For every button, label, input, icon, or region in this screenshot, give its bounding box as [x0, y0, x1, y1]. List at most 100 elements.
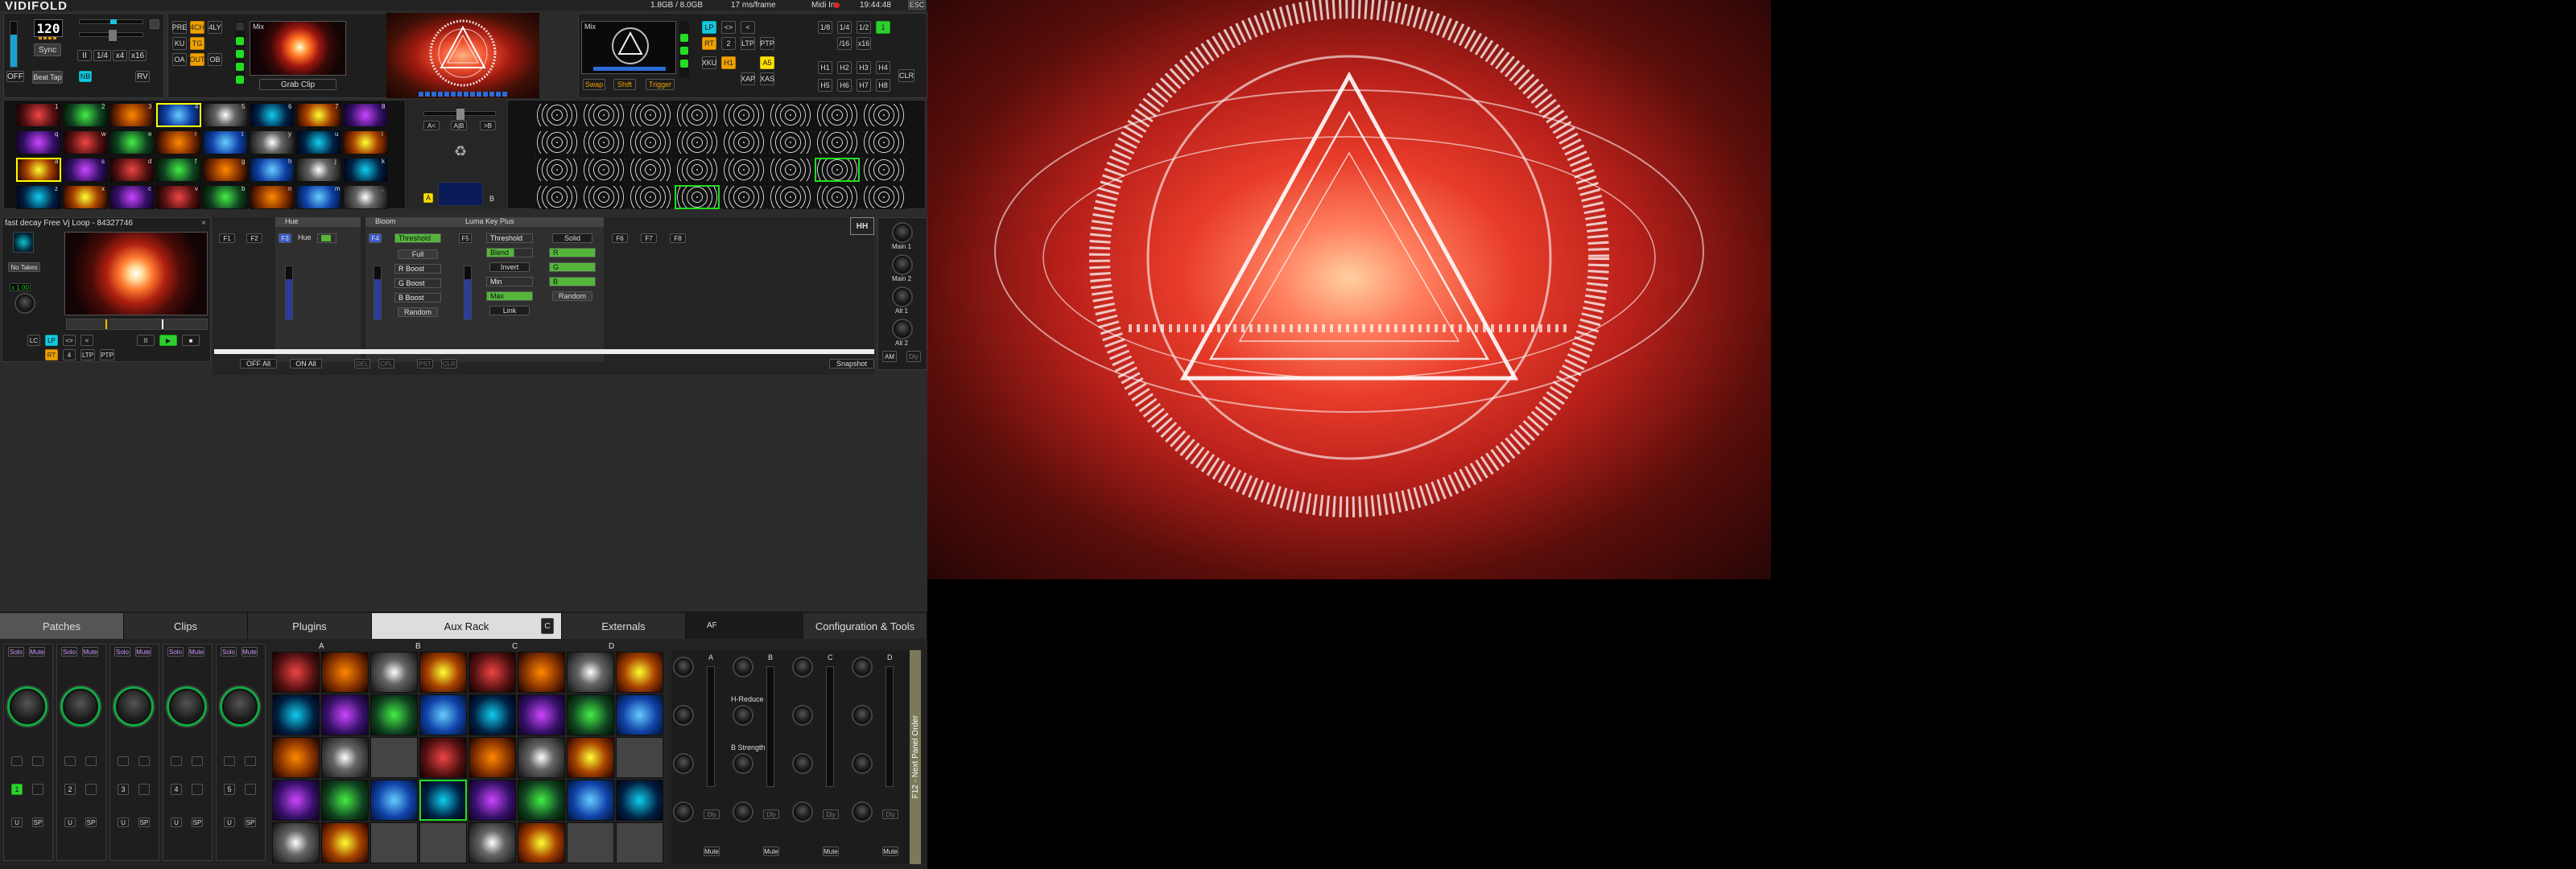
aux-knob[interactable] [794, 706, 811, 724]
bloom-rboost-bar[interactable]: R Boost [394, 264, 441, 274]
right-rt-button[interactable]: RT [702, 37, 716, 50]
patch-cell[interactable] [321, 737, 369, 778]
patch-number-button[interactable]: 2 [64, 784, 76, 795]
sync-button[interactable]: Sync [34, 43, 61, 56]
clip-cell[interactable] [675, 185, 720, 209]
deck-a-button[interactable]: A [423, 193, 433, 203]
patch-cell[interactable] [518, 737, 565, 778]
esc-button[interactable]: ESC [908, 0, 926, 10]
clip-cell[interactable] [535, 158, 580, 182]
patch-cell[interactable] [469, 780, 516, 821]
aux-fader[interactable] [707, 666, 715, 787]
clip-lc-button[interactable]: LC [27, 335, 40, 346]
patch-number-button[interactable]: 5 [224, 784, 235, 795]
bloom-bboost-bar[interactable]: B Boost [394, 293, 441, 303]
right-xas-button[interactable]: XAS [760, 72, 774, 85]
aux-mute-button[interactable]: Mute [704, 846, 720, 856]
luma-blend-bar[interactable]: Blend [486, 248, 533, 257]
fx-cpl-button[interactable]: CPL [378, 359, 394, 369]
patch-plus-button[interactable] [245, 756, 256, 766]
alt1-knob[interactable] [894, 288, 911, 306]
patch-cell[interactable] [469, 694, 516, 735]
patch-cell[interactable] [567, 780, 614, 821]
right-2-button[interactable]: 2 [721, 37, 736, 50]
patch-u-button[interactable]: U [224, 818, 235, 827]
aux-knob[interactable] [794, 755, 811, 772]
hue-opacity-slider[interactable] [285, 266, 293, 320]
patch-cell[interactable] [616, 822, 663, 863]
patch-cell[interactable] [370, 652, 418, 693]
patch-cell[interactable] [567, 652, 614, 693]
clip-cell[interactable] [628, 185, 673, 209]
luma-solid-button[interactable]: Solid [552, 233, 592, 243]
masters-dly-button[interactable]: Dly [906, 351, 921, 362]
patch-cell[interactable] [370, 737, 418, 778]
shift-button[interactable]: Shift [613, 79, 636, 90]
mode-ob-button[interactable]: OB [208, 53, 222, 66]
luma-random-button[interactable]: Random [552, 291, 592, 301]
fx-slot-f7[interactable]: F7 [641, 233, 657, 243]
patch-sp-button[interactable]: SP [138, 818, 150, 827]
aux-fader[interactable] [886, 666, 894, 787]
patch-cell[interactable] [370, 694, 418, 735]
alt2-knob[interactable] [894, 320, 911, 338]
patch-cell[interactable] [272, 822, 320, 863]
fx-slot-f1[interactable]: F1 [219, 233, 235, 243]
luma-b-bar[interactable]: B [549, 277, 596, 286]
main2-knob[interactable] [894, 256, 911, 274]
no-takes-button[interactable]: No Takes [8, 262, 40, 272]
clip-speed-knob[interactable] [16, 294, 34, 312]
clip-cell[interactable] [535, 130, 580, 154]
beat-tap-button[interactable]: Beat Tap [32, 71, 63, 84]
rate-1-2-button[interactable]: 1/2 [857, 21, 871, 34]
patch-cell[interactable] [419, 737, 467, 778]
patch-bracket-button[interactable] [32, 784, 43, 795]
patch-cell[interactable] [518, 822, 565, 863]
am-button[interactable]: AM [882, 351, 897, 362]
aux-fader[interactable] [826, 666, 834, 787]
clip-cell[interactable] [581, 185, 626, 209]
patch-knob[interactable] [63, 689, 98, 724]
mode-4ly-button[interactable]: 4LY [208, 21, 222, 34]
right-h1-button[interactable]: H1 [721, 56, 736, 69]
tab-plugins[interactable]: Plugins [248, 613, 372, 639]
solo-button[interactable]: Solo [114, 647, 130, 657]
tab-clips[interactable]: Clips [124, 613, 248, 639]
clip-cell[interactable] [535, 185, 580, 209]
xfade-b-button[interactable]: >B [480, 121, 496, 130]
rate-1-button[interactable]: 1 [876, 21, 890, 34]
clip-speed-display[interactable]: x 1.00 [10, 283, 31, 291]
bloom-random-button[interactable]: Random [398, 307, 438, 317]
patch-number-button[interactable]: 4 [171, 784, 182, 795]
luma-invert-button[interactable]: Invert [489, 262, 530, 272]
aux-knob[interactable] [675, 658, 692, 676]
patch-cell[interactable] [321, 652, 369, 693]
patch-cell[interactable] [469, 737, 516, 778]
xfade-ab-button[interactable]: A|B [451, 121, 467, 130]
aux-mute-button[interactable]: Mute [882, 846, 898, 856]
clip-play-button[interactable]: ▶ [159, 335, 177, 346]
clip-ptp-button[interactable]: PTP [100, 349, 114, 360]
clip-cell[interactable] [815, 158, 860, 182]
clip-cell[interactable] [675, 158, 720, 182]
patch-plus-button[interactable] [85, 756, 97, 766]
xfade-a-button[interactable]: A< [423, 121, 440, 130]
aux-knob[interactable] [675, 706, 692, 724]
aux-dly-button[interactable]: Dly [763, 809, 779, 819]
patch-cell[interactable] [616, 737, 663, 778]
patch-cell[interactable] [272, 694, 320, 735]
hot-h4-button[interactable]: H4 [876, 61, 890, 74]
solo-button[interactable]: Solo [61, 647, 77, 657]
hot-h7-button[interactable]: H7 [857, 79, 871, 92]
aux-knob[interactable] [853, 755, 871, 772]
tempo-reset-button[interactable] [150, 19, 159, 29]
off-button[interactable]: OFF [6, 71, 24, 82]
mode-tg-button[interactable]: TG [190, 37, 204, 50]
aux-knob[interactable] [734, 706, 752, 724]
hue-param-bar[interactable] [317, 233, 336, 243]
patch-u-button[interactable]: U [64, 818, 76, 827]
aux-knob[interactable] [675, 803, 692, 821]
mode-ku-button[interactable]: KU [172, 37, 187, 50]
aux-knob[interactable] [734, 803, 752, 821]
patch-plus-button[interactable] [32, 756, 43, 766]
